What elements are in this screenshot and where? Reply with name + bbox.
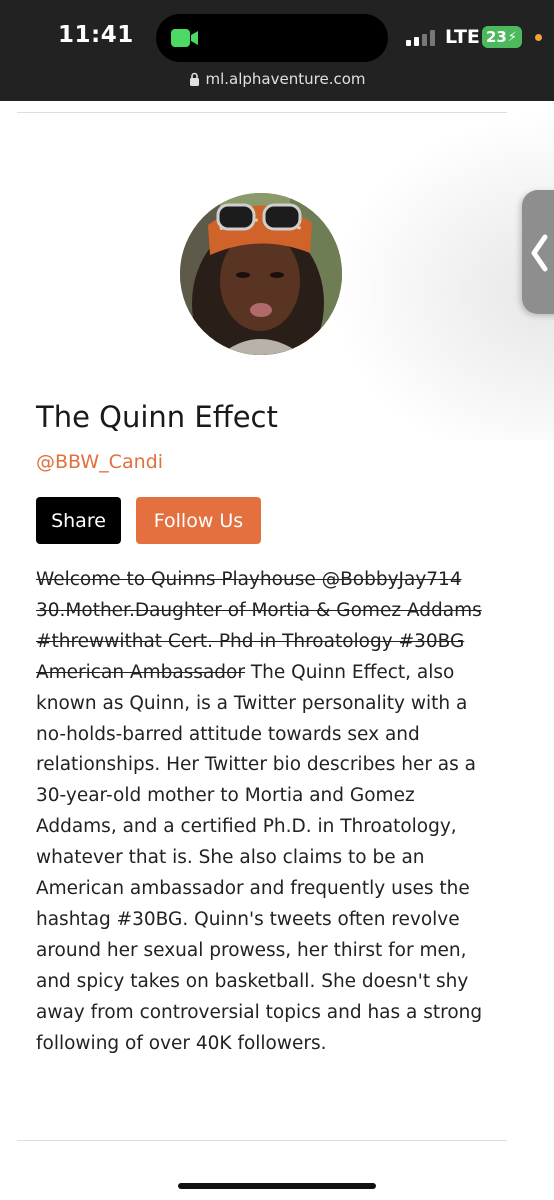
profile-handle[interactable]: @BBW_Candi [36, 451, 163, 473]
follow-button[interactable]: Follow Us [136, 497, 261, 544]
network-label: LTE [445, 26, 480, 48]
battery-level: 23 [486, 28, 507, 46]
lock-icon [189, 72, 199, 86]
side-tab-shadow [330, 110, 554, 440]
dynamic-island [156, 14, 388, 62]
signal-bars-icon [406, 30, 435, 46]
profile-name: The Quinn Effect [36, 400, 278, 434]
profile-photo-icon [180, 193, 342, 355]
address-bar[interactable]: ml.alphaventure.com [0, 70, 554, 88]
chevron-left-icon [531, 234, 548, 272]
facetime-camera-icon [171, 29, 198, 47]
battery-charging-icon: 23 ⚡ [482, 26, 522, 48]
bio-description: The Quinn Effect, also known as Quinn, i… [36, 661, 483, 1054]
url-text: ml.alphaventure.com [205, 70, 366, 88]
bolt-icon: ⚡ [507, 29, 518, 45]
side-panel-tab[interactable] [522, 190, 554, 314]
privacy-indicator-dot [535, 34, 542, 41]
divider [17, 1140, 507, 1141]
share-button[interactable]: Share [36, 497, 121, 544]
home-indicator[interactable] [178, 1183, 376, 1189]
status-bar: 11:41 LTE 23 ⚡ ml.alphaventure.com [0, 0, 554, 101]
status-time: 11:41 [58, 22, 134, 48]
bio-text: Welcome to Quinns Playhouse @BobbyJay714… [36, 565, 496, 1060]
avatar [180, 193, 342, 355]
